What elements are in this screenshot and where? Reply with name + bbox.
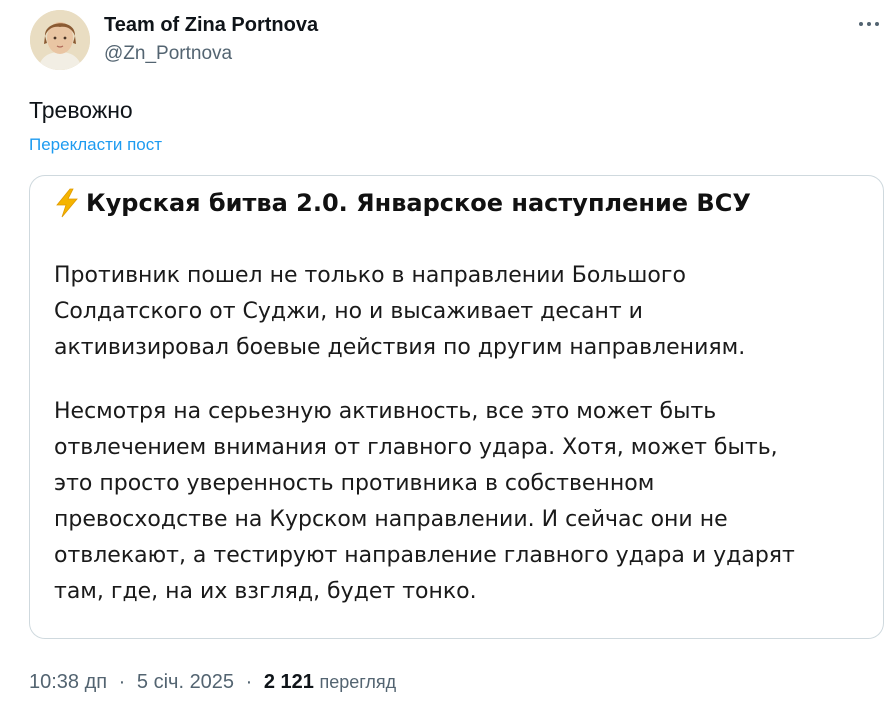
card-title: Курская битва 2.0. Январское наступление…: [54, 186, 751, 220]
author-handle[interactable]: @Zn_Portnova: [104, 41, 318, 67]
avatar-portrait: [30, 10, 90, 70]
lightning-icon: [54, 188, 80, 218]
meta-separator: ·: [118, 671, 126, 693]
meta-separator: ·: [245, 671, 253, 693]
card-title-text: Курская битва 2.0. Январское наступление…: [86, 189, 751, 217]
card-paragraph: Несмотря на серьезную активность, все эт…: [54, 399, 795, 604]
avatar[interactable]: [30, 10, 90, 70]
tweet-meta: 10:38 дп · 5 січ. 2025 · 2 121 перегляд: [29, 668, 396, 696]
card-body: Противник пошел не только в направлении …: [54, 258, 874, 610]
tweet-text: Тревожно: [29, 97, 133, 123]
attached-text-card[interactable]: Курская битва 2.0. Январское наступление…: [29, 175, 884, 639]
more-options-button[interactable]: [854, 12, 884, 36]
author-name[interactable]: Team of Zina Portnova: [104, 13, 318, 37]
tweet-time[interactable]: 10:38 дп: [29, 671, 107, 693]
tweet-date[interactable]: 5 січ. 2025: [137, 671, 234, 693]
translate-post-link[interactable]: Перекласти пост: [29, 134, 162, 156]
more-dots-icon: [859, 22, 879, 26]
views-label: перегляд: [319, 672, 397, 692]
views-count: 2 121: [263, 671, 314, 693]
card-paragraph: Противник пошел не только в направлении …: [54, 263, 746, 360]
author-block: Team of Zina Portnova @Zn_Portnova: [104, 13, 318, 67]
